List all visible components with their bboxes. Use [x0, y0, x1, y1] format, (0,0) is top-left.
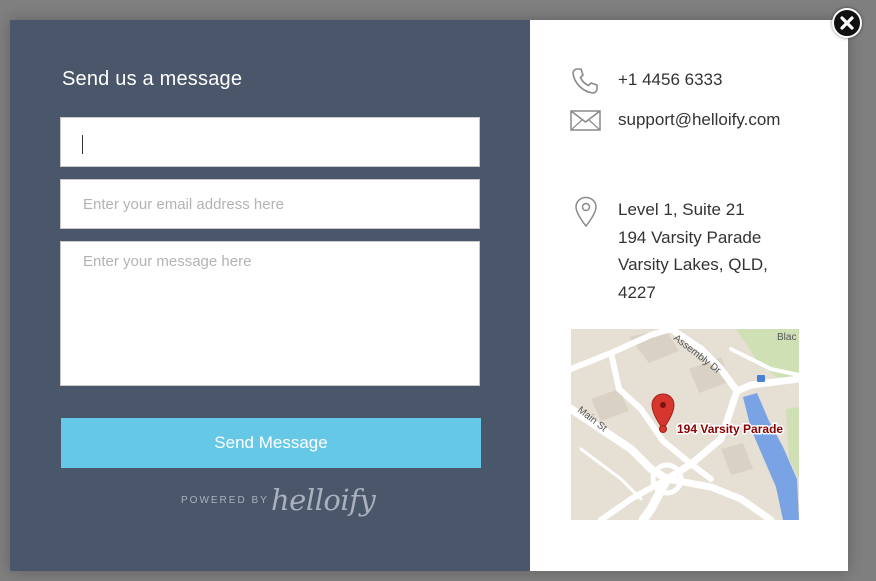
address-line: Varsity Lakes, QLD, [618, 255, 768, 274]
send-message-button[interactable]: Send Message [61, 418, 481, 468]
map-pin-label: 194 Varsity Parade [677, 422, 783, 436]
map-image: Assembly Dr Main St Blac 194 Varsity Par… [571, 329, 799, 520]
message-form-panel: Send us a message Send Message POWERED B… [10, 20, 530, 571]
envelope-icon [570, 110, 601, 131]
email-field[interactable] [60, 179, 480, 229]
address-line: Level 1, Suite 21 [618, 200, 745, 219]
phone-icon [572, 68, 598, 94]
name-input[interactable] [61, 118, 479, 166]
close-icon [840, 16, 854, 30]
location-pin-icon [575, 196, 597, 228]
helloify-logo[interactable]: helloify [271, 483, 376, 517]
powered-by-label: POWERED BY [181, 495, 269, 506]
phone-number[interactable]: +1 4456 6333 [618, 70, 722, 90]
name-field[interactable] [60, 117, 480, 167]
message-field[interactable] [60, 241, 480, 386]
message-textarea[interactable] [61, 242, 479, 385]
address-line: 194 Varsity Parade [618, 227, 762, 247]
address-line: 4227 [618, 282, 656, 302]
location-map[interactable]: Assembly Dr Main St Blac 194 Varsity Par… [571, 329, 799, 520]
close-button[interactable] [832, 8, 862, 38]
text-caret [82, 135, 83, 154]
form-title: Send us a message [62, 68, 243, 90]
email-input[interactable] [61, 180, 479, 228]
contact-info-panel: +1 4456 6333 support@helloify.com Level … [530, 20, 848, 571]
street-label: Blac [777, 332, 796, 343]
postal-address: Level 1, Suite 21 194 Varsity Parade Var… [618, 196, 828, 306]
contact-modal: Send us a message Send Message POWERED B… [10, 20, 848, 571]
support-email[interactable]: support@helloify.com [618, 110, 780, 130]
